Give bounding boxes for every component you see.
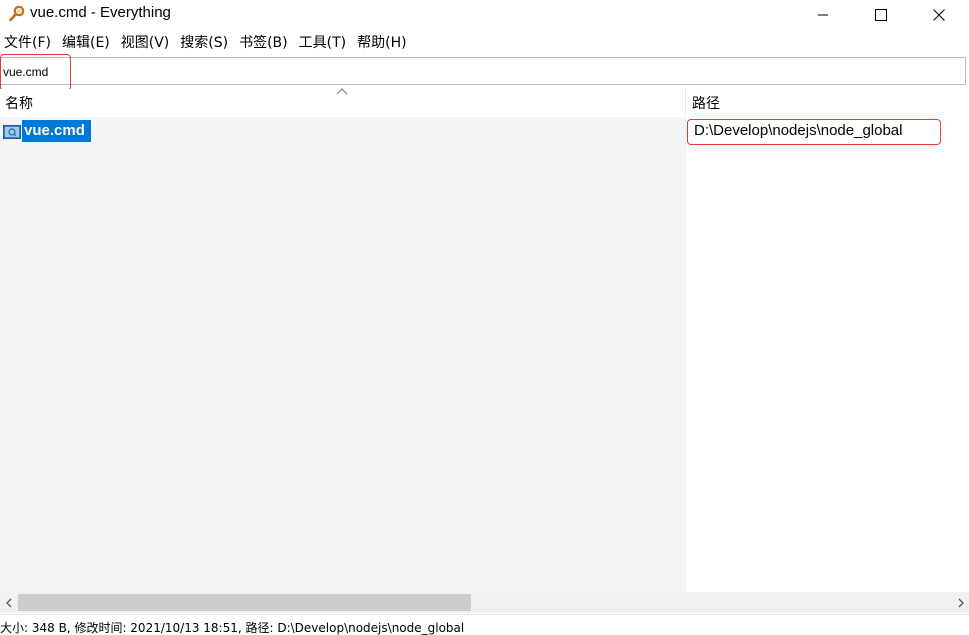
chevron-right-icon	[957, 593, 965, 612]
column-header-name[interactable]: 名称	[0, 87, 686, 114]
results-list[interactable]: vue.cmd D:\Develop\nodejs\node_global	[0, 117, 969, 592]
column-header-name-label: 名称	[5, 96, 33, 112]
path-column-area	[686, 117, 969, 592]
scrollbar-thumb[interactable]	[18, 594, 471, 611]
menu-view[interactable]: 视图(V)	[117, 33, 177, 53]
table-row[interactable]: vue.cmd D:\Develop\nodejs\node_global	[0, 119, 969, 143]
minimize-icon	[817, 6, 829, 25]
menu-help[interactable]: 帮助(H)	[353, 33, 413, 53]
maximize-button[interactable]	[852, 0, 910, 30]
status-bar: 大小: 348 B, 修改时间: 2021/10/13 18:51, 路径: D…	[0, 614, 969, 635]
menu-edit[interactable]: 编辑(E)	[58, 33, 117, 53]
status-text: 大小: 348 B, 修改时间: 2021/10/13 18:51, 路径: D…	[0, 621, 465, 635]
maximize-icon	[875, 6, 887, 25]
menu-tools[interactable]: 工具(T)	[295, 33, 353, 53]
menu-search[interactable]: 搜索(S)	[176, 33, 235, 53]
chevron-left-icon	[5, 593, 13, 612]
window-title: vue.cmd - Everything	[30, 4, 171, 21]
close-icon	[933, 6, 945, 25]
magnifier-key-icon	[8, 5, 26, 23]
horizontal-scrollbar[interactable]	[0, 592, 969, 613]
search-input[interactable]	[3, 62, 953, 82]
menu-bar: 文件(F) 编辑(E) 视图(V) 搜索(S) 书签(B) 工具(T) 帮助(H…	[0, 32, 969, 54]
close-button[interactable]	[910, 0, 968, 30]
result-file-name[interactable]: vue.cmd	[22, 120, 91, 142]
menu-bookmarks[interactable]: 书签(B)	[235, 33, 295, 53]
column-header-path[interactable]: 路径	[687, 89, 969, 114]
sort-ascending-icon	[336, 87, 348, 98]
scroll-left-button[interactable]	[0, 592, 17, 613]
title-bar: vue.cmd - Everything	[0, 0, 969, 30]
result-file-path: D:\Develop\nodejs\node_global	[694, 122, 903, 139]
cmd-file-icon	[3, 124, 21, 139]
menu-file[interactable]: 文件(F)	[0, 33, 58, 53]
scroll-right-button[interactable]	[952, 592, 969, 613]
search-box	[0, 57, 966, 85]
minimize-button[interactable]	[794, 0, 852, 30]
column-header-path-label: 路径	[692, 96, 720, 112]
column-header-row: 名称 路径	[0, 87, 969, 114]
name-column-area	[0, 117, 686, 592]
